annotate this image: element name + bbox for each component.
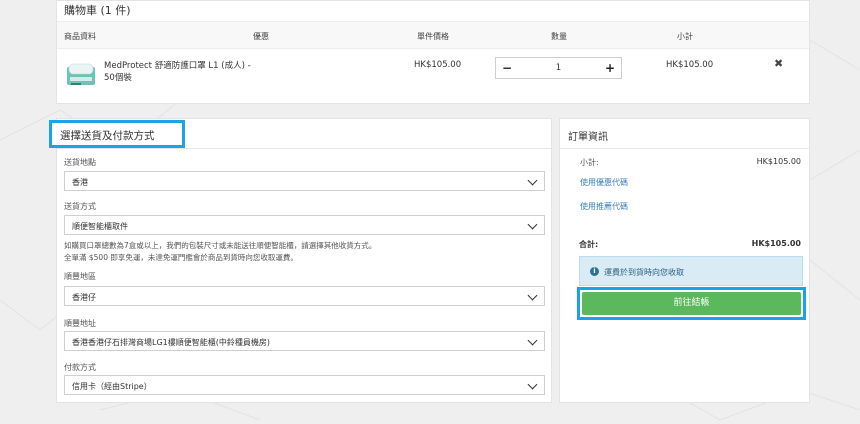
shipping-payment-panel: 選擇送貨及付款方式 送貨地點 香港 送貨方式 順便智能櫃取件 如購買口罩總數為7… bbox=[49, 118, 552, 403]
delivery-note-line-1: 如購買口罩總數為7盒或以上，我們的包裝尺寸或未能送往順便智能櫃，請選擇其他收貨方… bbox=[64, 241, 377, 250]
unit-price: HK$105.00 bbox=[414, 60, 462, 70]
divider bbox=[57, 148, 551, 149]
header-subtotal: 小計 bbox=[677, 32, 693, 41]
subtotal-value: HK$105.00 bbox=[756, 157, 801, 166]
remove-item-icon[interactable]: ✖ bbox=[774, 57, 783, 70]
delivery-method-label: 送貨方式 bbox=[64, 202, 96, 211]
chevron-down-icon bbox=[527, 290, 538, 301]
payment-method-select[interactable]: 信用卡（經由Stripe） bbox=[64, 375, 545, 395]
chevron-down-icon bbox=[527, 335, 538, 346]
total-row: 合計: HK$105.00 bbox=[579, 239, 801, 250]
sf-address-label: 順豐地址 bbox=[64, 319, 96, 328]
chevron-down-icon bbox=[527, 379, 538, 390]
quantity-input[interactable]: 1 bbox=[518, 58, 599, 78]
line-subtotal: HK$105.00 bbox=[666, 60, 714, 70]
coupon-code-link[interactable]: 使用優惠代碼 bbox=[580, 177, 628, 188]
checkout-button[interactable]: 前往結帳 bbox=[582, 292, 801, 315]
header-product: 商品資料 bbox=[64, 32, 96, 41]
cart-title: 購物車 (1 件) bbox=[64, 4, 131, 17]
referral-code-link[interactable]: 使用推薦代碼 bbox=[580, 201, 628, 212]
header-unit-price: 單件價格 bbox=[417, 32, 449, 41]
sf-district-label: 順豐地區 bbox=[64, 272, 96, 281]
sf-district-select[interactable]: 香港仔 bbox=[64, 286, 545, 306]
shipping-fee-notice: i 運費於到貨時向您收取 bbox=[579, 256, 803, 286]
delivery-region-value: 香港 bbox=[72, 178, 88, 187]
total-value: HK$105.00 bbox=[751, 239, 801, 248]
delivery-region-label: 送貨地點 bbox=[64, 158, 96, 167]
shipping-title: 選擇送貨及付款方式 bbox=[60, 130, 155, 142]
sf-district-value: 香港仔 bbox=[72, 293, 96, 302]
chevron-down-icon bbox=[527, 175, 538, 186]
delivery-method-select[interactable]: 順便智能櫃取件 bbox=[64, 215, 545, 235]
shipping-fee-notice-text: 運費於到貨時向您收取 bbox=[604, 268, 684, 277]
delivery-note-line-2: 全單滿 $500 即享免運，未達免運門檻會於商品到貨時向您收取運費。 bbox=[64, 253, 298, 262]
delivery-method-value: 順便智能櫃取件 bbox=[72, 222, 128, 231]
subtotal-label: 小計: bbox=[580, 158, 599, 167]
cart-panel: 購物車 (1 件) 商品資料 優惠 單件價格 數量 小計 MedProtect … bbox=[56, 0, 810, 104]
product-name[interactable]: MedProtect 舒適防護口罩 L1 (成人) - 50個裝 bbox=[104, 60, 264, 84]
info-icon: i bbox=[590, 267, 599, 276]
checkout-highlight: 前往結帳 bbox=[577, 287, 806, 320]
shipping-title-highlight: 選擇送貨及付款方式 bbox=[49, 120, 185, 148]
payment-method-label: 付款方式 bbox=[64, 363, 96, 372]
quantity-stepper: − 1 + bbox=[495, 57, 622, 79]
chevron-down-icon bbox=[527, 219, 538, 230]
total-label: 合計: bbox=[579, 240, 599, 249]
product-thumbnail[interactable] bbox=[66, 59, 96, 91]
order-summary-panel: 訂單資訊 小計: HK$105.00 使用優惠代碼 使用推薦代碼 合計: HK$… bbox=[559, 118, 810, 403]
order-title: 訂單資訊 bbox=[568, 132, 608, 143]
header-quantity: 數量 bbox=[551, 32, 567, 41]
divider bbox=[560, 148, 809, 149]
delivery-region-select[interactable]: 香港 bbox=[64, 171, 545, 191]
increase-quantity-button[interactable]: + bbox=[599, 58, 621, 78]
cart-table-header: 商品資料 優惠 單件價格 數量 小計 bbox=[57, 21, 809, 49]
subtotal-row: 小計: HK$105.00 bbox=[580, 157, 801, 168]
sf-address-select[interactable]: 香港香港仔石排灣商場LG1樓順便智能櫃(中鈴種員機房) bbox=[64, 331, 545, 351]
payment-method-value: 信用卡（經由Stripe） bbox=[72, 382, 152, 391]
sf-address-value: 香港香港仔石排灣商場LG1樓順便智能櫃(中鈴種員機房) bbox=[72, 338, 270, 347]
decrease-quantity-button[interactable]: − bbox=[496, 58, 518, 78]
header-discount: 優惠 bbox=[253, 32, 269, 41]
